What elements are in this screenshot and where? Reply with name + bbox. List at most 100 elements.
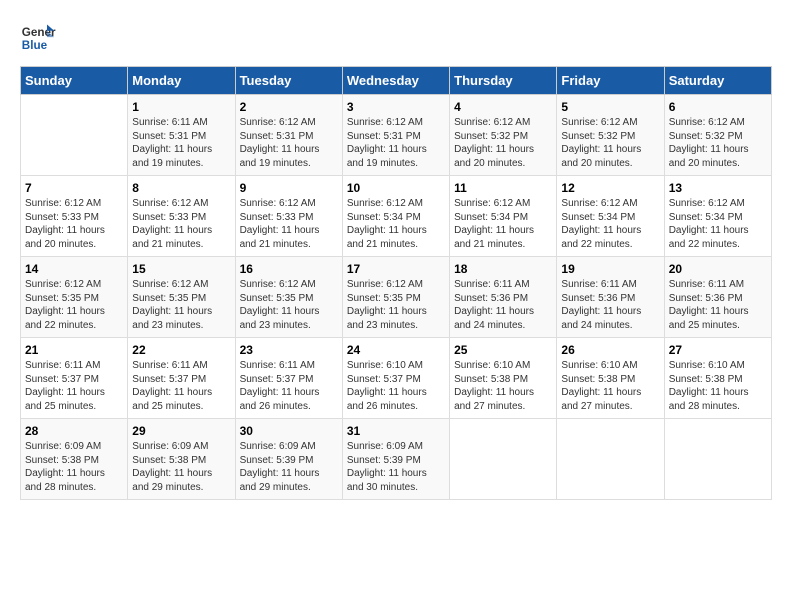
day-number: 13 bbox=[669, 181, 767, 195]
day-info: Sunrise: 6:10 AM Sunset: 5:38 PM Dayligh… bbox=[454, 359, 552, 413]
col-header-friday: Friday bbox=[557, 67, 664, 95]
day-cell bbox=[664, 419, 771, 500]
day-number: 4 bbox=[454, 100, 552, 114]
day-number: 10 bbox=[347, 181, 445, 195]
day-cell: 23 Sunrise: 6:11 AM Sunset: 5:37 PM Dayl… bbox=[235, 338, 342, 419]
day-info: Sunrise: 6:09 AM Sunset: 5:39 PM Dayligh… bbox=[347, 440, 445, 494]
day-info: Sunrise: 6:12 AM Sunset: 5:32 PM Dayligh… bbox=[561, 116, 659, 170]
day-number: 8 bbox=[132, 181, 230, 195]
day-number: 12 bbox=[561, 181, 659, 195]
day-cell: 15 Sunrise: 6:12 AM Sunset: 5:35 PM Dayl… bbox=[128, 257, 235, 338]
day-number: 15 bbox=[132, 262, 230, 276]
day-number: 3 bbox=[347, 100, 445, 114]
day-cell: 8 Sunrise: 6:12 AM Sunset: 5:33 PM Dayli… bbox=[128, 176, 235, 257]
day-cell: 16 Sunrise: 6:12 AM Sunset: 5:35 PM Dayl… bbox=[235, 257, 342, 338]
week-row-2: 7 Sunrise: 6:12 AM Sunset: 5:33 PM Dayli… bbox=[21, 176, 772, 257]
day-number: 6 bbox=[669, 100, 767, 114]
day-cell: 6 Sunrise: 6:12 AM Sunset: 5:32 PM Dayli… bbox=[664, 95, 771, 176]
day-cell: 22 Sunrise: 6:11 AM Sunset: 5:37 PM Dayl… bbox=[128, 338, 235, 419]
day-cell: 18 Sunrise: 6:11 AM Sunset: 5:36 PM Dayl… bbox=[450, 257, 557, 338]
day-cell: 12 Sunrise: 6:12 AM Sunset: 5:34 PM Dayl… bbox=[557, 176, 664, 257]
day-cell: 4 Sunrise: 6:12 AM Sunset: 5:32 PM Dayli… bbox=[450, 95, 557, 176]
day-cell bbox=[557, 419, 664, 500]
day-cell: 20 Sunrise: 6:11 AM Sunset: 5:36 PM Dayl… bbox=[664, 257, 771, 338]
day-info: Sunrise: 6:12 AM Sunset: 5:34 PM Dayligh… bbox=[669, 197, 767, 251]
day-cell: 1 Sunrise: 6:11 AM Sunset: 5:31 PM Dayli… bbox=[128, 95, 235, 176]
day-info: Sunrise: 6:12 AM Sunset: 5:35 PM Dayligh… bbox=[347, 278, 445, 332]
day-number: 25 bbox=[454, 343, 552, 357]
day-number: 19 bbox=[561, 262, 659, 276]
day-number: 31 bbox=[347, 424, 445, 438]
col-header-wednesday: Wednesday bbox=[342, 67, 449, 95]
day-number: 16 bbox=[240, 262, 338, 276]
day-number: 22 bbox=[132, 343, 230, 357]
day-info: Sunrise: 6:09 AM Sunset: 5:38 PM Dayligh… bbox=[132, 440, 230, 494]
day-info: Sunrise: 6:12 AM Sunset: 5:31 PM Dayligh… bbox=[240, 116, 338, 170]
day-info: Sunrise: 6:11 AM Sunset: 5:37 PM Dayligh… bbox=[25, 359, 123, 413]
day-cell bbox=[450, 419, 557, 500]
week-row-4: 21 Sunrise: 6:11 AM Sunset: 5:37 PM Dayl… bbox=[21, 338, 772, 419]
day-cell: 24 Sunrise: 6:10 AM Sunset: 5:37 PM Dayl… bbox=[342, 338, 449, 419]
day-info: Sunrise: 6:12 AM Sunset: 5:31 PM Dayligh… bbox=[347, 116, 445, 170]
calendar-table: SundayMondayTuesdayWednesdayThursdayFrid… bbox=[20, 66, 772, 500]
day-cell: 17 Sunrise: 6:12 AM Sunset: 5:35 PM Dayl… bbox=[342, 257, 449, 338]
day-number: 23 bbox=[240, 343, 338, 357]
day-number: 20 bbox=[669, 262, 767, 276]
col-header-saturday: Saturday bbox=[664, 67, 771, 95]
day-cell: 13 Sunrise: 6:12 AM Sunset: 5:34 PM Dayl… bbox=[664, 176, 771, 257]
day-cell: 31 Sunrise: 6:09 AM Sunset: 5:39 PM Dayl… bbox=[342, 419, 449, 500]
day-number: 9 bbox=[240, 181, 338, 195]
day-info: Sunrise: 6:12 AM Sunset: 5:33 PM Dayligh… bbox=[240, 197, 338, 251]
svg-text:Blue: Blue bbox=[22, 39, 48, 52]
day-info: Sunrise: 6:12 AM Sunset: 5:34 PM Dayligh… bbox=[347, 197, 445, 251]
day-info: Sunrise: 6:11 AM Sunset: 5:36 PM Dayligh… bbox=[561, 278, 659, 332]
day-info: Sunrise: 6:12 AM Sunset: 5:34 PM Dayligh… bbox=[454, 197, 552, 251]
day-number: 5 bbox=[561, 100, 659, 114]
day-cell: 2 Sunrise: 6:12 AM Sunset: 5:31 PM Dayli… bbox=[235, 95, 342, 176]
logo-icon: General Blue bbox=[20, 20, 56, 56]
day-info: Sunrise: 6:12 AM Sunset: 5:34 PM Dayligh… bbox=[561, 197, 659, 251]
day-info: Sunrise: 6:09 AM Sunset: 5:38 PM Dayligh… bbox=[25, 440, 123, 494]
day-number: 28 bbox=[25, 424, 123, 438]
day-info: Sunrise: 6:12 AM Sunset: 5:35 PM Dayligh… bbox=[132, 278, 230, 332]
day-number: 2 bbox=[240, 100, 338, 114]
day-info: Sunrise: 6:10 AM Sunset: 5:38 PM Dayligh… bbox=[669, 359, 767, 413]
day-cell: 3 Sunrise: 6:12 AM Sunset: 5:31 PM Dayli… bbox=[342, 95, 449, 176]
day-cell: 26 Sunrise: 6:10 AM Sunset: 5:38 PM Dayl… bbox=[557, 338, 664, 419]
day-cell: 14 Sunrise: 6:12 AM Sunset: 5:35 PM Dayl… bbox=[21, 257, 128, 338]
day-cell: 27 Sunrise: 6:10 AM Sunset: 5:38 PM Dayl… bbox=[664, 338, 771, 419]
logo: General Blue bbox=[20, 20, 56, 56]
day-number: 1 bbox=[132, 100, 230, 114]
day-info: Sunrise: 6:12 AM Sunset: 5:35 PM Dayligh… bbox=[240, 278, 338, 332]
day-cell: 5 Sunrise: 6:12 AM Sunset: 5:32 PM Dayli… bbox=[557, 95, 664, 176]
day-info: Sunrise: 6:11 AM Sunset: 5:36 PM Dayligh… bbox=[454, 278, 552, 332]
day-cell: 9 Sunrise: 6:12 AM Sunset: 5:33 PM Dayli… bbox=[235, 176, 342, 257]
day-number: 21 bbox=[25, 343, 123, 357]
day-info: Sunrise: 6:11 AM Sunset: 5:37 PM Dayligh… bbox=[240, 359, 338, 413]
day-info: Sunrise: 6:11 AM Sunset: 5:36 PM Dayligh… bbox=[669, 278, 767, 332]
col-header-thursday: Thursday bbox=[450, 67, 557, 95]
day-info: Sunrise: 6:12 AM Sunset: 5:35 PM Dayligh… bbox=[25, 278, 123, 332]
day-info: Sunrise: 6:10 AM Sunset: 5:38 PM Dayligh… bbox=[561, 359, 659, 413]
day-cell: 11 Sunrise: 6:12 AM Sunset: 5:34 PM Dayl… bbox=[450, 176, 557, 257]
week-row-3: 14 Sunrise: 6:12 AM Sunset: 5:35 PM Dayl… bbox=[21, 257, 772, 338]
day-cell: 19 Sunrise: 6:11 AM Sunset: 5:36 PM Dayl… bbox=[557, 257, 664, 338]
day-info: Sunrise: 6:12 AM Sunset: 5:33 PM Dayligh… bbox=[25, 197, 123, 251]
col-header-monday: Monday bbox=[128, 67, 235, 95]
calendar-header-row: SundayMondayTuesdayWednesdayThursdayFrid… bbox=[21, 67, 772, 95]
day-number: 29 bbox=[132, 424, 230, 438]
day-number: 24 bbox=[347, 343, 445, 357]
day-cell: 25 Sunrise: 6:10 AM Sunset: 5:38 PM Dayl… bbox=[450, 338, 557, 419]
week-row-5: 28 Sunrise: 6:09 AM Sunset: 5:38 PM Dayl… bbox=[21, 419, 772, 500]
day-info: Sunrise: 6:09 AM Sunset: 5:39 PM Dayligh… bbox=[240, 440, 338, 494]
col-header-tuesday: Tuesday bbox=[235, 67, 342, 95]
day-cell: 10 Sunrise: 6:12 AM Sunset: 5:34 PM Dayl… bbox=[342, 176, 449, 257]
day-cell bbox=[21, 95, 128, 176]
day-number: 11 bbox=[454, 181, 552, 195]
day-info: Sunrise: 6:12 AM Sunset: 5:32 PM Dayligh… bbox=[454, 116, 552, 170]
day-info: Sunrise: 6:12 AM Sunset: 5:33 PM Dayligh… bbox=[132, 197, 230, 251]
day-cell: 7 Sunrise: 6:12 AM Sunset: 5:33 PM Dayli… bbox=[21, 176, 128, 257]
day-number: 18 bbox=[454, 262, 552, 276]
week-row-1: 1 Sunrise: 6:11 AM Sunset: 5:31 PM Dayli… bbox=[21, 95, 772, 176]
day-number: 7 bbox=[25, 181, 123, 195]
